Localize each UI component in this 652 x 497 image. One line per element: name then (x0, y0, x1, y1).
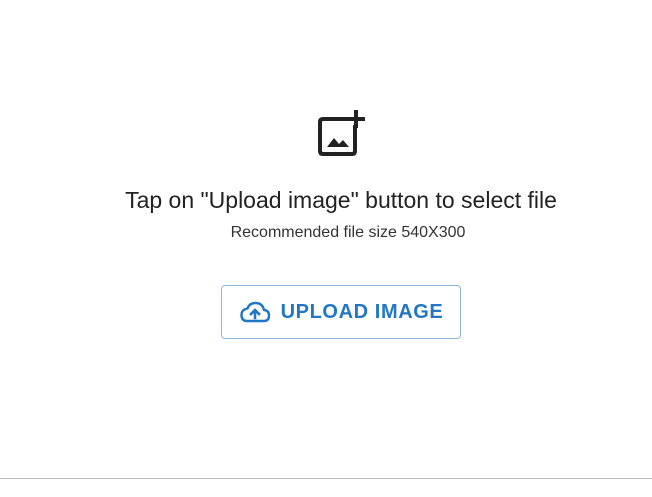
image-upload-panel: Tap on "Upload image" button to select f… (0, 0, 652, 479)
upload-instruction-text: Tap on "Upload image" button to select f… (125, 187, 557, 213)
upload-image-button[interactable]: UPLOAD IMAGE (221, 285, 461, 339)
recommended-size-text: Recommended file size 540X300 (230, 224, 466, 241)
cloud-upload-icon (239, 301, 270, 323)
add-photo-icon (316, 109, 368, 157)
upload-image-button-label: UPLOAD IMAGE (280, 300, 444, 323)
page: Tap on "Upload image" button to select f… (0, 0, 652, 497)
